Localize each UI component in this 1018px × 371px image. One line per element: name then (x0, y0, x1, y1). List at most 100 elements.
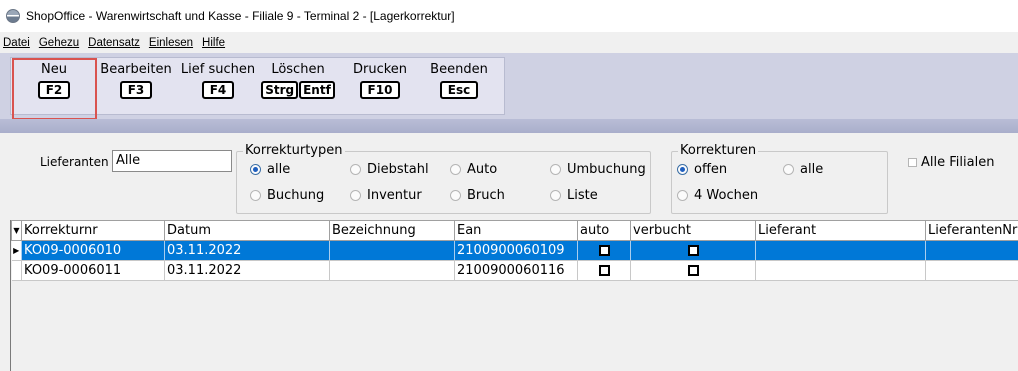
radio-korr-4wochen[interactable]: 4 Wochen (677, 188, 758, 203)
cell-lieferantennr (925, 240, 1018, 261)
cell-bezeichnung (329, 240, 455, 261)
key-entf: Entf (299, 81, 335, 99)
radio-label: Auto (467, 162, 498, 177)
column-header-korrekturnr[interactable]: Korrekturnr (21, 220, 165, 241)
korrekturtypen-title: Korrekturtypen (243, 143, 345, 158)
radio-dot (450, 164, 461, 175)
cell-lieferantennr (925, 260, 1018, 281)
row-indicator-header: ▼ (11, 220, 22, 241)
radio-label: Bruch (467, 188, 505, 203)
radio-korr-offen[interactable]: offen (677, 162, 727, 177)
cell-verbucht (630, 260, 756, 281)
verbucht-checkbox[interactable] (687, 245, 699, 256)
search-supplier-button-label: Lief suchen (180, 62, 256, 77)
radio-dot (550, 164, 561, 175)
cell-verbucht (630, 240, 756, 261)
cell-korrekturnr: KO09-0006011 (21, 260, 165, 281)
column-header-auto[interactable]: auto (577, 220, 631, 241)
table-row[interactable]: ▶ KO09-0006010 03.11.2022 2100900060109 (11, 240, 1018, 261)
verbucht-checkbox[interactable] (687, 265, 699, 276)
search-supplier-button[interactable]: Lief suchen F4 (177, 58, 259, 118)
radio-label: Umbuchung (567, 162, 646, 177)
cell-lieferant (755, 260, 926, 281)
radio-dot (450, 190, 461, 201)
radio-label: 4 Wochen (694, 188, 759, 203)
cell-auto (577, 240, 631, 261)
cell-auto (577, 260, 631, 281)
radio-typ-diebstahl[interactable]: Diebstahl (350, 162, 429, 177)
radio-dot (550, 190, 561, 201)
radio-label: Diebstahl (367, 162, 429, 177)
cell-ean: 2100900060116 (454, 260, 578, 281)
delete-button-label: Löschen (271, 62, 325, 77)
exit-button[interactable]: Beenden Esc (421, 58, 497, 118)
menu-bar: Datei Gehezu Datensatz Einlesen Hilfe (0, 32, 1018, 53)
cell-korrekturnr: KO09-0006010 (21, 240, 165, 261)
delete-button-key: Strg Entf (261, 81, 335, 99)
radio-label: offen (694, 162, 728, 177)
print-button-label: Drucken (352, 62, 408, 77)
key-strg: Strg (261, 81, 299, 99)
cell-lieferant (755, 240, 926, 261)
radio-typ-buchung[interactable]: Buchung (250, 188, 324, 203)
radio-dot (677, 190, 688, 201)
auto-checkbox[interactable] (598, 245, 610, 256)
column-header-bezeichnung[interactable]: Bezeichnung (329, 220, 455, 241)
print-button[interactable]: Drucken F10 (342, 58, 418, 118)
korrekturen-title: Korrekturen (678, 143, 759, 158)
radio-dot (783, 164, 794, 175)
radio-dot (250, 190, 261, 201)
radio-typ-auto[interactable]: Auto (450, 162, 497, 177)
menu-gehezu[interactable]: Gehezu (39, 37, 79, 49)
radio-typ-inventur[interactable]: Inventur (350, 188, 422, 203)
title-bar: ShopOffice - Warenwirtschaft und Kasse -… (0, 0, 1018, 32)
highlight-frame (12, 58, 97, 120)
app-icon (6, 9, 20, 23)
radio-label: Buchung (267, 188, 325, 203)
cell-bezeichnung (329, 260, 455, 281)
exit-button-key: Esc (439, 81, 479, 99)
edit-button-key: F3 (119, 81, 153, 99)
separator-bar (0, 119, 1018, 133)
radio-typ-umbuchung[interactable]: Umbuchung (550, 162, 646, 177)
menu-einlesen[interactable]: Einlesen (149, 37, 193, 49)
column-header-datum[interactable]: Datum (164, 220, 330, 241)
radio-dot (677, 164, 688, 175)
menu-hilfe[interactable]: Hilfe (202, 37, 225, 49)
radio-typ-liste[interactable]: Liste (550, 188, 598, 203)
checkbox-box (908, 158, 917, 167)
radio-dot (350, 190, 361, 201)
lieferanten-input[interactable]: Alle (112, 150, 232, 172)
table-row[interactable]: KO09-0006011 03.11.2022 2100900060116 (11, 260, 1018, 281)
auto-checkbox[interactable] (598, 265, 610, 276)
radio-label: Inventur (367, 188, 422, 203)
cell-datum: 03.11.2022 (164, 260, 330, 281)
print-button-key: F10 (359, 81, 401, 99)
column-header-ean[interactable]: Ean (454, 220, 578, 241)
radio-typ-bruch[interactable]: Bruch (450, 188, 505, 203)
column-header-lieferantennr[interactable]: LieferantenNr (925, 220, 1018, 241)
column-header-lieferant[interactable]: Lieferant (755, 220, 926, 241)
korrekturen-group: Korrekturen (671, 143, 888, 214)
corrections-grid: ▼ Korrekturnr Datum Bezeichnung Ean auto… (10, 220, 1018, 371)
menu-datei[interactable]: Datei (3, 37, 30, 49)
column-header-verbucht[interactable]: verbucht (630, 220, 756, 241)
korrekturtypen-group: Korrekturtypen (236, 143, 651, 214)
row-indicator: ▶ (11, 240, 22, 261)
menu-datensatz[interactable]: Datensatz (88, 37, 140, 49)
radio-dot (250, 164, 261, 175)
row-indicator (11, 260, 22, 281)
edit-button[interactable]: Bearbeiten F3 (98, 58, 174, 118)
radio-label: alle (267, 162, 291, 177)
radio-dot (350, 164, 361, 175)
header-row: ▼ Korrekturnr Datum Bezeichnung Ean auto… (11, 220, 1018, 241)
radio-label: alle (800, 162, 824, 177)
radio-korr-alle[interactable]: alle (783, 162, 823, 177)
alle-filialen-checkbox[interactable]: Alle Filialen (908, 155, 994, 170)
alle-filialen-label: Alle Filialen (921, 155, 995, 170)
delete-button[interactable]: Löschen Strg Entf (260, 58, 336, 118)
radio-typ-alle[interactable]: alle (250, 162, 290, 177)
window-title: ShopOffice - Warenwirtschaft und Kasse -… (26, 9, 455, 23)
corrections-table: ▼ Korrekturnr Datum Bezeichnung Ean auto… (11, 220, 1018, 281)
radio-label: Liste (567, 188, 598, 203)
